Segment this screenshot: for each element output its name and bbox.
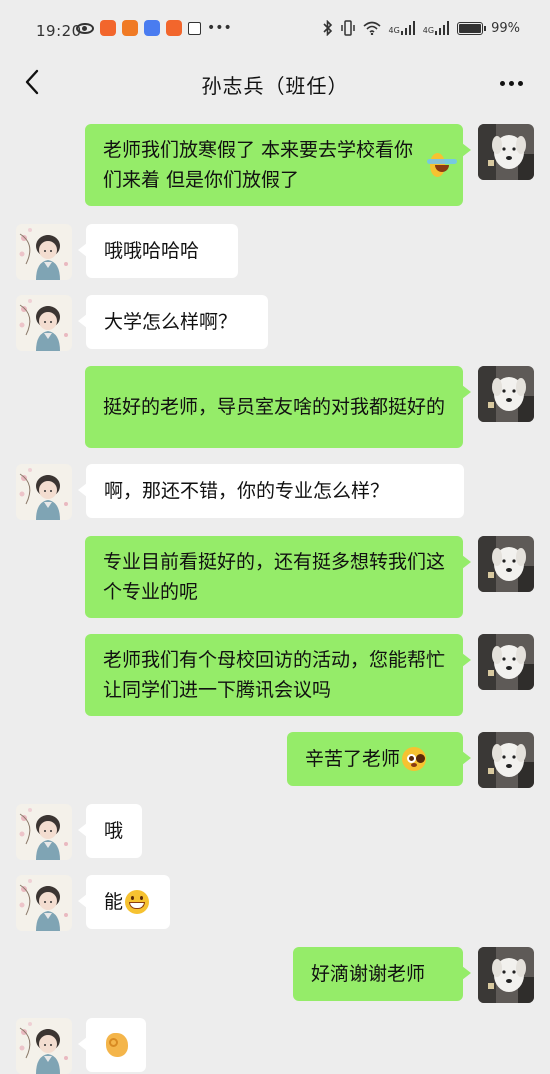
signal-bars-icon	[435, 21, 450, 35]
contact-avatar[interactable]	[16, 464, 72, 520]
contact-avatar[interactable]	[16, 875, 72, 931]
chat-header: 孙志兵（班任）	[0, 62, 550, 112]
message-bubble[interactable]: 老师我们放寒假了 本来要去学校看你们来着 但是你们放假了	[85, 124, 471, 206]
my-avatar[interactable]	[478, 634, 534, 690]
signal-2: 4G	[423, 21, 450, 35]
my-avatar[interactable]	[478, 536, 534, 592]
my-avatar[interactable]	[478, 124, 534, 180]
more-horizontal-icon	[499, 80, 505, 86]
message-bubble[interactable]: 挺好的老师，导员室友啥的对我都挺好的	[85, 366, 471, 448]
message-row-received: 哦	[0, 804, 550, 860]
bluetooth-icon	[322, 20, 332, 36]
message-row-received: 大学怎么样啊？	[0, 295, 550, 351]
contact-avatar[interactable]	[16, 224, 72, 280]
message-text: 大学怎么样啊？	[104, 311, 238, 333]
message-text: 辛苦了老师	[305, 748, 401, 770]
message-bubble[interactable]: 大学怎么样啊？	[78, 295, 268, 349]
app-notification-icon	[122, 20, 138, 36]
message-text: 能	[104, 891, 124, 913]
signal-bars-icon	[400, 21, 415, 35]
more-notifications-icon: •••	[207, 20, 232, 36]
contact-avatar[interactable]	[16, 804, 72, 860]
message-text: 挺好的老师，导员室友啥的对我都挺好的	[103, 396, 446, 418]
my-avatar[interactable]	[478, 732, 534, 788]
system-indicators: 4G 4G 99%	[322, 20, 520, 36]
message-row-sent: 挺好的老师，导员室友啥的对我都挺好的	[0, 366, 550, 448]
message-row-sent: 专业目前看挺好的，还有挺多想转我们这个专业的呢	[0, 536, 550, 618]
app-notification-icon	[188, 21, 201, 35]
wifi-icon	[362, 21, 381, 35]
signal-1: 4G	[389, 21, 415, 35]
message-text: 哦	[104, 820, 124, 842]
my-avatar[interactable]	[478, 947, 534, 1003]
app-notification-icon	[166, 20, 182, 36]
message-text: 好滴谢谢老师	[311, 963, 426, 985]
laughing-crying-emoji-icon	[426, 153, 458, 177]
message-row-sent: 老师我们放寒假了 本来要去学校看你们来着 但是你们放假了	[0, 124, 550, 206]
status-time: 19:20	[36, 22, 82, 40]
notification-icons: •••	[76, 20, 232, 36]
message-row-received: 能	[0, 875, 550, 931]
battery-percent: 99%	[491, 20, 520, 36]
message-row-received: 哦哦哈哈哈	[0, 224, 550, 280]
message-bubble[interactable]: 啊，那还不错，你的专业怎么样？	[78, 464, 464, 518]
message-bubble[interactable]: 能	[78, 875, 170, 929]
more-options-button[interactable]	[494, 68, 528, 98]
message-row-sent: 好滴谢谢老师	[0, 947, 550, 1003]
flushed-face-emoji-icon	[402, 747, 427, 771]
eye-icon	[76, 22, 94, 34]
message-text: 老师我们放寒假了 本来要去学校看你们来着 但是你们放假了	[103, 139, 414, 191]
message-text: 哦哦哈哈哈	[104, 240, 200, 262]
chat-title: 孙志兵（班任）	[201, 74, 349, 98]
message-bubble[interactable]: 哦哦哈哈哈	[78, 224, 238, 278]
battery-icon	[457, 21, 487, 35]
message-bubble[interactable]: 辛苦了老师	[287, 732, 471, 786]
message-bubble[interactable]: 专业目前看挺好的，还有挺多想转我们这个专业的呢	[85, 536, 471, 618]
message-text: 专业目前看挺好的，还有挺多想转我们这个专业的呢	[103, 551, 446, 603]
message-bubble[interactable]: 老师我们有个母校回访的活动，您能帮忙让同学们进一下腾讯会议吗	[85, 634, 471, 716]
my-avatar[interactable]	[478, 366, 534, 422]
message-bubble[interactable]	[78, 1018, 146, 1072]
grinning-emoji-icon	[125, 890, 150, 914]
message-row-sent: 辛苦了老师	[0, 732, 550, 788]
message-text: 老师我们有个母校回访的活动，您能帮忙让同学们进一下腾讯会议吗	[103, 649, 446, 701]
app-notification-icon	[100, 20, 116, 36]
message-row-received	[0, 1018, 550, 1074]
status-bar: 19:20 ••• 4G 4G 99%	[0, 0, 550, 62]
app-notification-icon	[144, 20, 160, 36]
message-bubble[interactable]: 哦	[78, 804, 142, 858]
contact-avatar[interactable]	[16, 1018, 72, 1074]
message-bubble[interactable]: 好滴谢谢老师	[293, 947, 471, 1001]
contact-avatar[interactable]	[16, 295, 72, 351]
message-row-received: 啊，那还不错，你的专业怎么样？	[0, 464, 550, 520]
ok-hand-emoji-icon	[106, 1033, 128, 1057]
message-text: 啊，那还不错，你的专业怎么样？	[104, 480, 390, 502]
vibrate-icon	[340, 20, 355, 36]
message-row-sent: 老师我们有个母校回访的活动，您能帮忙让同学们进一下腾讯会议吗	[0, 634, 550, 716]
